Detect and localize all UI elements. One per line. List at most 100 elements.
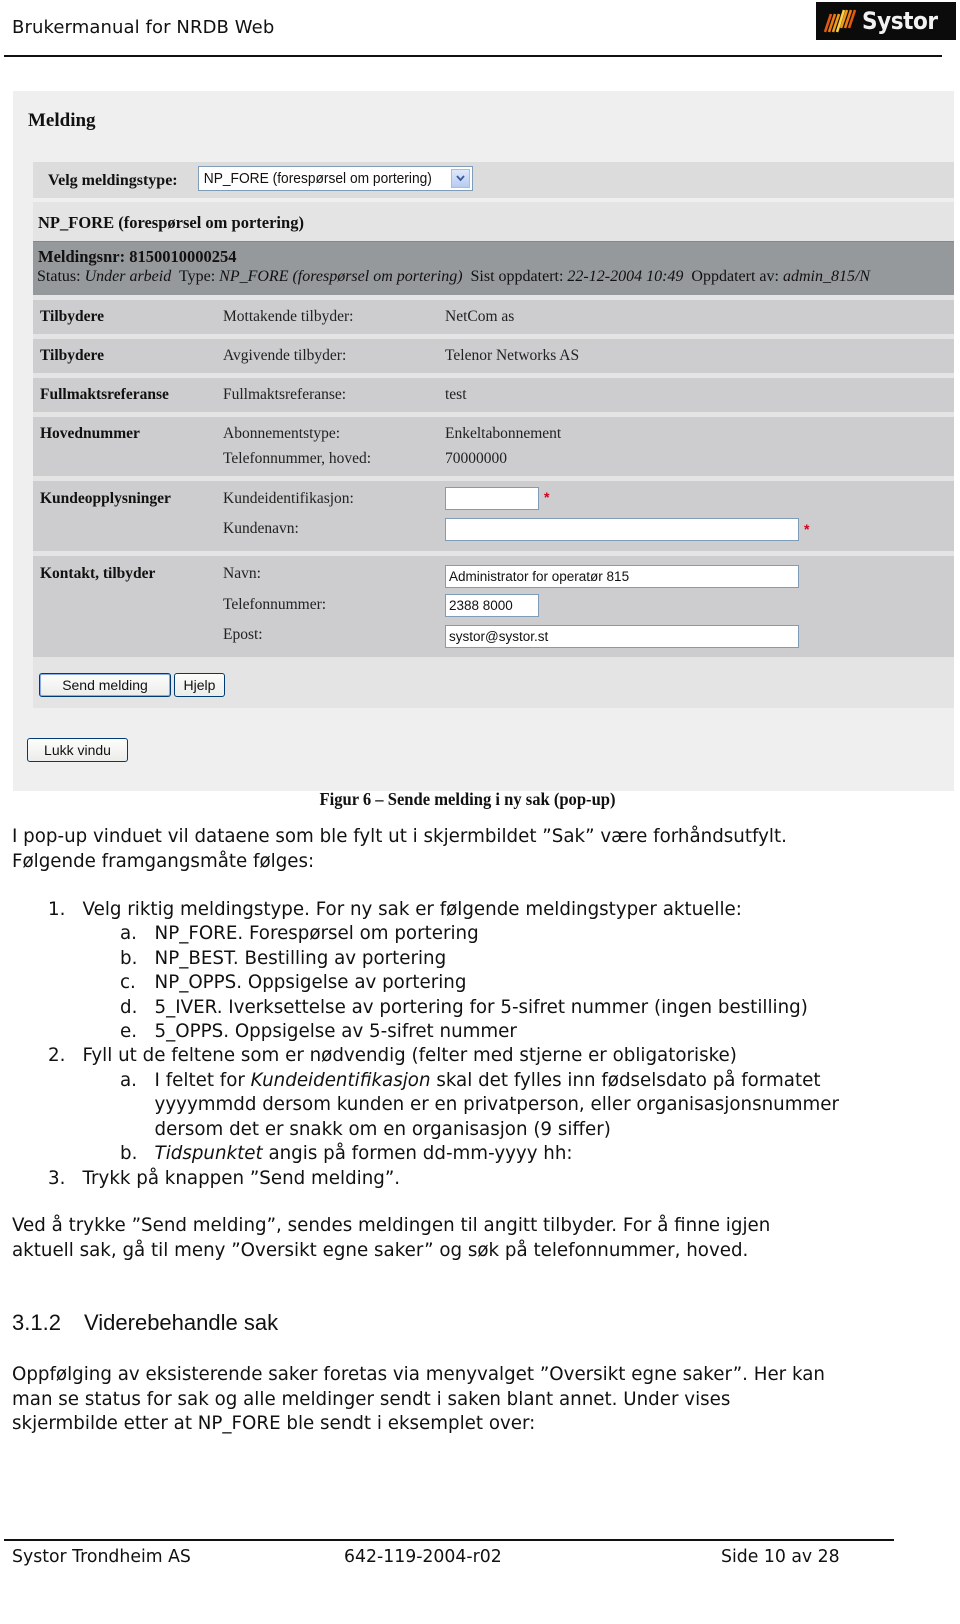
section-label: Kundeopplysninger: [40, 490, 171, 507]
logo-text: Systor: [862, 7, 938, 35]
list-text: NP_FORE. Forespørsel om portering: [154, 922, 479, 944]
list-text: 5_IVER. Iverksettelse av portering for 5…: [154, 996, 808, 1018]
footer-page-number: Side 10 av 28: [721, 1546, 840, 1567]
paragraph-line: Ved å trykke ”Send melding”, sendes meld…: [12, 1214, 771, 1236]
field-label: Mottakende tilbyder:: [223, 308, 354, 325]
after-steps-paragraph: Ved å trykke ”Send melding”, sendes meld…: [12, 1213, 770, 1262]
list-marker: 1.: [48, 898, 66, 920]
section-label: Kontakt, tilbyder: [40, 565, 156, 582]
list-marker: 2.: [48, 1044, 66, 1066]
panel-title: NP_FORE (forespørsel om portering): [38, 213, 304, 232]
message-number-value: 8150010000254: [129, 247, 237, 266]
row-authorization-reference: Fullmaktsreferanse Fullmaktsreferanse: t…: [33, 378, 954, 412]
chevron-down-icon[interactable]: [451, 169, 470, 188]
field-label: Abonnementstype:: [223, 425, 341, 442]
text-prefix: I feltet for: [154, 1069, 251, 1091]
contact-email-input[interactable]: [445, 625, 799, 648]
section-label: Fullmaktsreferanse: [40, 386, 169, 403]
row-receiving-provider: Tilbydere Mottakende tilbyder: NetCom as: [33, 300, 954, 334]
intro-line: Følgende framgangsmåte følges:: [12, 849, 315, 872]
field-value: Telenor Networks AS: [445, 347, 580, 364]
list-marker: d.: [120, 996, 138, 1018]
customer-id-label: Kundeidentifikasjon:: [223, 490, 354, 507]
paragraph-line: aktuell sak, gå til meny ”Oversikt egne …: [12, 1238, 749, 1261]
updated-label: Sist oppdatert:: [470, 268, 564, 285]
list-text: NP_BEST. Bestilling av portering: [154, 947, 447, 969]
field-value: test: [445, 386, 467, 403]
list-text: Tidspunktet angis på formen dd-mm-yyyy h…: [155, 1141, 573, 1166]
list-marker: b.: [120, 947, 138, 969]
updated-by-label: Oppdatert av:: [691, 268, 779, 285]
list-text: yyyymmdd dersom kunden er en privatperso…: [154, 1093, 839, 1115]
field-label: Avgivende tilbyder:: [223, 347, 347, 364]
footer-document-id: 642-119-2004-r02: [344, 1546, 502, 1567]
page-header: Brukermanual for NRDB Web Systor: [0, 0, 960, 60]
list-marker: a.: [120, 1069, 137, 1091]
paragraph-line: Oppfølging av eksisterende saker foretas…: [12, 1363, 825, 1385]
message-meta-bar: Meldingsnr: 8150010000254 Status: Under …: [33, 241, 954, 295]
status-label: Status:: [37, 268, 81, 285]
list-text: dersom det er snakk om en organisasjon (…: [154, 1118, 611, 1140]
contact-phone-label: Telefonnummer:: [223, 596, 327, 613]
list-text: NP_OPPS. Oppsigelse av portering: [154, 971, 467, 993]
section-heading: 3.1.2 Viderebehandle sak: [12, 1310, 278, 1336]
emphasis-tidspunktet: Tidspunktet: [154, 1142, 263, 1164]
text-suffix: skal det fylles inn fødselsdato på forma…: [430, 1069, 821, 1091]
type-value: NP_FORE (forespørsel om portering): [219, 268, 463, 285]
systor-logo: Systor: [816, 2, 956, 40]
row-donor-provider: Tilbydere Avgivende tilbyder: Telenor Ne…: [33, 339, 954, 373]
customer-name-input[interactable]: [445, 518, 799, 541]
contact-name-input[interactable]: [445, 565, 799, 588]
document-title: Brukermanual for NRDB Web: [12, 17, 275, 38]
section-label: Tilbydere: [40, 308, 105, 325]
close-window-button[interactable]: Lukk vindu: [27, 738, 128, 762]
figure-caption: Figur 6 – Sende melding i ny sak (pop-up…: [319, 789, 616, 809]
paragraph-line: man se status for sak og alle meldinger …: [12, 1387, 731, 1410]
help-button[interactable]: Hjelp: [174, 673, 225, 697]
section-label: Hovednummer: [40, 425, 140, 442]
list-text: I feltet for Kundeidentifikasjon skal de…: [155, 1068, 821, 1093]
message-form-panel: NP_FORE (forespørsel om portering) Meldi…: [33, 202, 954, 708]
list-text: Fyll ut de feltene som er nødvendig (fel…: [82, 1044, 737, 1066]
list-marker: e.: [120, 1020, 138, 1042]
required-asterisk: *: [544, 489, 550, 505]
send-message-button[interactable]: Send melding: [39, 673, 171, 697]
list-marker: 3.: [48, 1167, 66, 1189]
section-number: 3.1.2: [12, 1310, 61, 1335]
customer-name-label: Kundenavn:: [223, 520, 299, 537]
text-suffix: angis på formen dd-mm-yyyy hh:: [262, 1142, 573, 1164]
section-paragraph: Oppfølging av eksisterende saker foretas…: [12, 1362, 825, 1436]
form-title: Melding: [28, 110, 96, 131]
message-type-row: Velg meldingstype: NP_FORE (forespørsel …: [33, 162, 954, 198]
message-type-selected: NP_FORE (forespørsel om portering): [203, 170, 432, 187]
paragraph-line: skjermbilde etter at NP_FORE ble sendt i…: [12, 1412, 536, 1434]
updated-by-value: admin_815/N: [782, 268, 871, 285]
systor-stripes-icon: [816, 2, 862, 40]
required-asterisk: *: [804, 521, 810, 537]
field-label: Fullmaktsreferanse:: [223, 386, 347, 403]
row-customer-info: Kundeopplysninger Kundeidentifikasjon: *…: [33, 481, 954, 551]
footer-company: Systor Trondheim AS: [12, 1546, 191, 1567]
list-text: 5_OPPS. Oppsigelse av 5-sifret nummer: [154, 1020, 517, 1042]
row-provider-contact: Kontakt, tilbyder Navn: Telefonnummer: E…: [33, 556, 954, 657]
list-marker: c.: [120, 971, 136, 993]
contact-name-label: Navn:: [223, 565, 261, 582]
emphasis-kundeidentifikasjon: Kundeidentifikasjon: [250, 1069, 431, 1091]
intro-paragraph: I pop-up vinduet vil dataene som ble fyl…: [12, 824, 787, 873]
list-marker: a.: [120, 922, 137, 944]
list-text: Trykk på knappen ”Send melding”.: [82, 1167, 401, 1189]
field-value: NetCom as: [445, 308, 515, 325]
contact-email-label: Epost:: [223, 626, 263, 643]
section-title: Viderebehandle sak: [84, 1310, 279, 1335]
message-status-line: Status: Under arbeid Type: NP_FORE (fore…: [37, 268, 870, 286]
message-type-select[interactable]: NP_FORE (forespørsel om portering): [198, 166, 473, 191]
intro-line: I pop-up vinduet vil dataene som ble fyl…: [12, 825, 787, 847]
header-divider: [4, 55, 942, 57]
footer-divider: [4, 1539, 894, 1541]
contact-phone-input[interactable]: [445, 594, 539, 617]
row-main-number: Hovednummer Abonnementstype: Enkeltabonn…: [33, 417, 954, 476]
status-value: Under arbeid: [84, 268, 172, 285]
customer-id-input[interactable]: [445, 487, 539, 510]
section-label: Tilbydere: [40, 347, 105, 364]
message-number: Meldingsnr: 8150010000254: [38, 247, 236, 267]
